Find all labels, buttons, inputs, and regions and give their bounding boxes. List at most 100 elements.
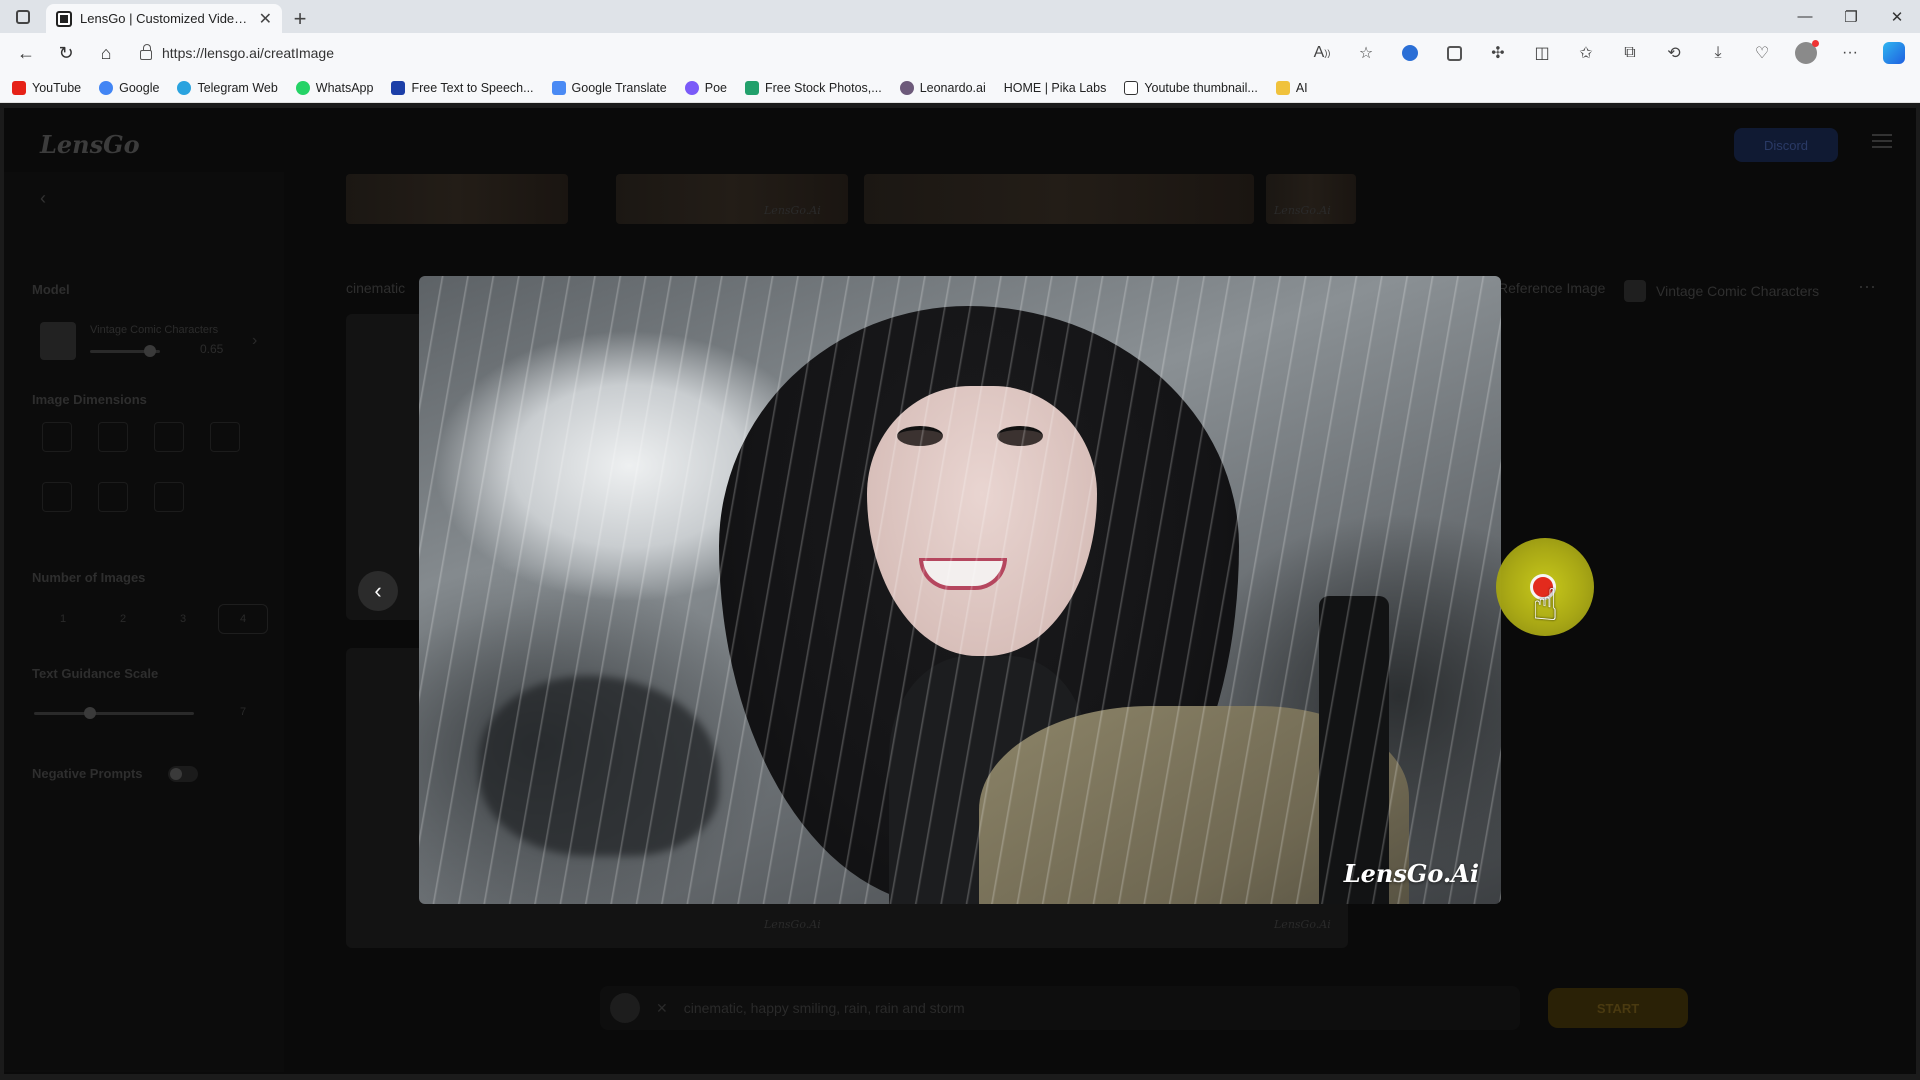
discord-button[interactable]: Discord (1734, 128, 1838, 162)
browser-tab[interactable]: LensGo | Customized Video Mak ✕ (46, 4, 282, 33)
new-tab-icon[interactable]: + (282, 4, 318, 33)
whatsapp-icon (295, 80, 310, 95)
thumbnail-icon (1124, 80, 1139, 95)
dimension-option[interactable] (154, 482, 184, 512)
more-options-icon[interactable]: ··· (1858, 276, 1876, 297)
download-icon[interactable]: ⤓ (1700, 38, 1736, 68)
bookmark-tts[interactable]: Free Text to Speech... (391, 80, 534, 95)
dimension-option[interactable] (154, 422, 184, 452)
profile-avatar[interactable] (1788, 38, 1824, 68)
guidance-scale-label: Text Guidance Scale (32, 666, 159, 681)
start-button[interactable]: START (1548, 988, 1688, 1028)
tab-actions-icon[interactable] (0, 0, 46, 33)
dimension-option[interactable] (98, 422, 128, 452)
model-name: Vintage Comic Characters (90, 324, 219, 336)
previous-image-button[interactable]: ‹ (358, 571, 398, 611)
minimize-icon[interactable]: — (1782, 8, 1828, 25)
prompt-bar[interactable]: ✕ cinematic, happy smiling, rain, rain a… (600, 986, 1520, 1030)
window-controls: — ❐ ✕ (1782, 0, 1920, 33)
youtube-icon (12, 80, 26, 95)
browser-essentials-icon[interactable]: ♡ (1744, 38, 1780, 68)
bookmark-google[interactable]: Google (99, 80, 159, 95)
bookmark-youtube[interactable]: YouTube (12, 80, 81, 95)
close-tab-icon[interactable]: ✕ (259, 9, 272, 29)
bookmark-pika[interactable]: HOME | Pika Labs (1004, 81, 1107, 95)
reference-image-tag[interactable]: Reference Image (1498, 280, 1605, 296)
extension-square-icon[interactable] (1436, 38, 1472, 68)
collections-icon[interactable]: ⧉ (1612, 38, 1648, 68)
card-watermark: LensGo.Ai (764, 918, 821, 931)
back-icon[interactable]: ← (8, 37, 44, 69)
number-of-images-label: Number of Images (32, 570, 146, 585)
history-icon[interactable]: ⟲ (1656, 38, 1692, 68)
translate-icon (551, 80, 566, 95)
guidance-knob[interactable] (84, 707, 96, 719)
guidance-value: 7 (240, 706, 247, 718)
bookmark-poe[interactable]: Poe (684, 80, 727, 95)
chevron-right-icon[interactable]: › (252, 332, 257, 350)
close-window-icon[interactable]: ✕ (1874, 8, 1920, 26)
bookmark-youtube-thumbnail[interactable]: Youtube thumbnail... (1124, 80, 1258, 95)
menu-icon[interactable] (1872, 134, 1892, 148)
browser-tab-bar: LensGo | Customized Video Mak ✕ + — ❐ ✕ (0, 0, 1920, 33)
poe-icon (684, 80, 699, 95)
stock-photos-icon (744, 80, 759, 95)
extensions-puzzle-icon[interactable]: ✣ (1480, 38, 1516, 68)
prompt-text[interactable]: cinematic, happy smiling, rain, rain and… (684, 1000, 965, 1016)
folder-icon (1275, 80, 1290, 95)
model-label: Model (32, 282, 70, 297)
image-count-option-selected[interactable]: 4 (218, 604, 268, 634)
bookmark-folder-ai[interactable]: AI (1275, 80, 1308, 95)
home-icon[interactable]: ⌂ (88, 37, 124, 69)
image-count-option[interactable]: 2 (98, 604, 148, 634)
bookmark-telegram[interactable]: Telegram Web (177, 80, 278, 95)
negative-prompts-label: Negative Prompts (32, 766, 143, 781)
url-field[interactable]: https://lensgo.ai/creatImage (128, 38, 1228, 68)
dimension-option[interactable] (42, 422, 72, 452)
bookmark-whatsapp[interactable]: WhatsApp (295, 80, 373, 95)
clear-reference-icon[interactable]: ✕ (656, 1000, 668, 1017)
extension-blue-icon[interactable] (1392, 38, 1428, 68)
image-count-option[interactable]: 3 (158, 604, 208, 634)
favorite-star-icon[interactable]: ☆ (1348, 38, 1384, 68)
refresh-icon[interactable]: ↻ (48, 37, 84, 69)
model-tag-thumbnail (1624, 280, 1646, 302)
brand-logo[interactable]: LensGo (40, 130, 140, 159)
image-count-option[interactable]: 1 (38, 604, 88, 634)
leonardo-icon (899, 80, 914, 95)
address-bar: ← ↻ ⌂ https://lensgo.ai/creatImage A)) ☆… (0, 33, 1920, 73)
dimension-option[interactable] (98, 482, 128, 512)
bookmark-leonardo[interactable]: Leonardo.ai (899, 80, 986, 95)
google-icon (99, 80, 114, 95)
dimension-option[interactable] (42, 482, 72, 512)
thumbnail[interactable] (864, 174, 1254, 224)
split-screen-icon[interactable]: ◫ (1524, 38, 1560, 68)
settings-sidebar: ‹ Model Vintage Comic Characters 0.65 › … (4, 172, 284, 1072)
read-aloud-icon[interactable]: A)) (1304, 38, 1340, 68)
copilot-icon[interactable] (1876, 38, 1912, 68)
back-arrow-icon[interactable]: ‹ (40, 188, 46, 209)
negative-prompts-toggle[interactable] (168, 766, 198, 782)
bookmark-translate[interactable]: Google Translate (551, 80, 667, 95)
model-tag[interactable]: Vintage Comic Characters (1624, 280, 1819, 302)
bookmarks-bar: YouTube Google Telegram Web WhatsApp Fre… (0, 73, 1920, 103)
more-options-icon[interactable]: ··· (1832, 38, 1868, 68)
telegram-icon (177, 80, 192, 95)
dimension-option[interactable] (210, 422, 240, 452)
browser-toolbar: A)) ☆ ✣ ◫ ✩ ⧉ ⟲ ⤓ ♡ ··· (1304, 38, 1912, 68)
model-weight-value: 0.65 (200, 342, 224, 356)
bookmark-stock-photos[interactable]: Free Stock Photos,... (744, 80, 882, 95)
restore-icon[interactable]: ❐ (1828, 8, 1874, 26)
thumbnail-watermark: LensGo.Ai (1274, 204, 1331, 217)
model-thumbnail[interactable] (40, 322, 76, 360)
preview-image[interactable]: LensGo.Ai (419, 276, 1501, 904)
thumbnail[interactable] (346, 174, 568, 224)
model-weight-knob[interactable] (144, 345, 156, 357)
reference-avatar[interactable] (610, 993, 640, 1023)
favorites-icon[interactable]: ✩ (1568, 38, 1604, 68)
lensgo-favicon-icon (56, 10, 72, 27)
prompt-tag: cinematic (346, 280, 406, 296)
chevron-left-icon: ‹ (374, 578, 382, 603)
guidance-slider[interactable] (34, 712, 194, 715)
thumbnail-watermark: LensGo.Ai (764, 204, 821, 217)
